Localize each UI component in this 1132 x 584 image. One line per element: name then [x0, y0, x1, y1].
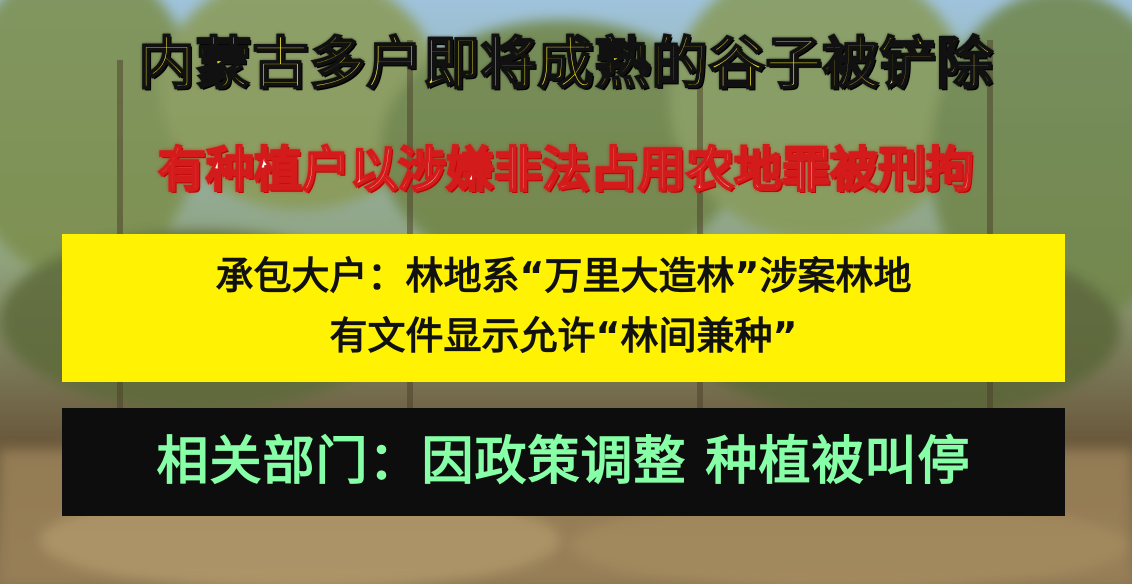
statement-line-1: 承包大户：林地系“万里大造林”涉案林地	[215, 254, 912, 298]
statement-line-2: 有文件显示允许“林间兼种”	[329, 314, 798, 358]
subheadline: 有种植户以涉嫌非法占用农地罪被刑拘	[157, 141, 975, 199]
headline: 内蒙古多户即将成熟的谷子被铲除	[138, 31, 994, 98]
official-statement-box: 相关部门：因政策调整 种植被叫停	[62, 408, 1065, 516]
statement-box: 承包大户：林地系“万里大造林”涉案林地 有文件显示允许“林间兼种”	[62, 234, 1065, 382]
official-statement-text: 相关部门：因政策调整 种植被叫停	[156, 432, 971, 492]
